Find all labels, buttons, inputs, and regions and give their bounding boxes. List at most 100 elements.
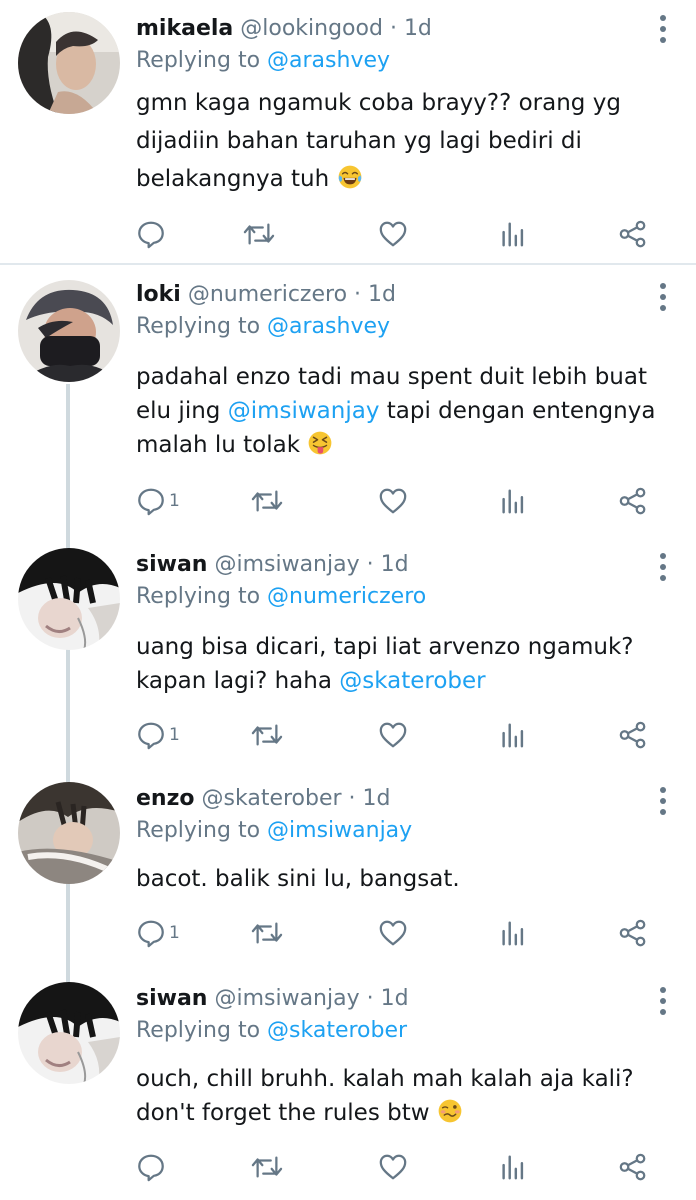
reply-count: 1 [169, 491, 180, 511]
retweet-icon [250, 486, 284, 516]
heart-icon [378, 219, 408, 249]
timestamp[interactable]: 1d [363, 786, 391, 811]
like-button[interactable] [378, 916, 408, 950]
share-button[interactable] [618, 916, 648, 950]
text-mention[interactable]: @imsiwanjay [228, 398, 380, 424]
replying-to-mention[interactable]: @arashvey [267, 314, 390, 339]
reply-icon [136, 720, 166, 750]
like-button[interactable] [378, 1150, 408, 1184]
display-name[interactable]: loki [136, 282, 181, 307]
display-name[interactable]: enzo [136, 786, 195, 811]
user-handle[interactable]: @numericzero [188, 282, 347, 307]
share-button[interactable] [618, 718, 648, 752]
more-vertical-icon[interactable] [658, 552, 668, 582]
like-button[interactable] [378, 484, 408, 518]
retweet-button[interactable] [250, 1150, 284, 1184]
heart-icon [378, 918, 408, 948]
more-vertical-icon[interactable] [658, 282, 668, 312]
display-name[interactable]: siwan [136, 986, 207, 1011]
share-icon [618, 1152, 648, 1182]
reply-button[interactable]: 1 [136, 484, 180, 518]
display-name[interactable]: mikaela [136, 16, 233, 41]
separator: · [354, 282, 362, 307]
tweet-text-content: gmn kaga ngamuk coba brayy?? orang yg di… [136, 90, 621, 192]
tweet[interactable]: mikaela @lookingood · 1d Replying to @ar… [0, 0, 696, 262]
reply-button[interactable] [136, 217, 169, 251]
share-button[interactable] [618, 217, 648, 251]
tweet-text-content: ouch, chill bruhh. kalah mah kalah aja k… [136, 1066, 634, 1126]
tongue-emoji-icon [307, 430, 333, 456]
analytics-icon [498, 918, 528, 948]
tweet[interactable]: enzo @skaterober · 1d Replying to @imsiw… [0, 770, 696, 970]
timestamp[interactable]: 1d [381, 986, 409, 1011]
share-icon [618, 219, 648, 249]
timestamp[interactable]: 1d [381, 552, 409, 577]
retweet-button[interactable] [250, 718, 284, 752]
tweet-actions: 1 [136, 484, 666, 518]
reply-count: 1 [169, 725, 180, 745]
avatar[interactable] [18, 548, 120, 650]
user-handle[interactable]: @skaterober [202, 786, 342, 811]
user-handle[interactable]: @lookingood [240, 16, 383, 41]
retweet-icon [250, 1152, 284, 1182]
tweet-header: siwan @imsiwanjay · 1d [136, 984, 409, 1014]
analytics-button[interactable] [498, 484, 528, 518]
avatar[interactable] [18, 982, 120, 1084]
analytics-button[interactable] [498, 217, 528, 251]
analytics-icon [498, 720, 528, 750]
tweet-header: enzo @skaterober · 1d [136, 784, 391, 814]
replying-to-label: Replying to [136, 314, 268, 339]
more-vertical-icon[interactable] [658, 14, 668, 44]
analytics-button[interactable] [498, 1150, 528, 1184]
separator: · [348, 786, 356, 811]
separator: · [389, 16, 397, 41]
share-button[interactable] [618, 484, 648, 518]
tweet-actions [136, 1150, 666, 1184]
timestamp[interactable]: 1d [404, 16, 432, 41]
heart-icon [378, 486, 408, 516]
replying-to-mention[interactable]: @numericzero [267, 584, 426, 609]
reply-button[interactable]: 1 [136, 718, 180, 752]
user-handle[interactable]: @imsiwanjay [214, 552, 359, 577]
analytics-button[interactable] [498, 916, 528, 950]
divider [0, 263, 696, 265]
replying-to-mention[interactable]: @skaterober [267, 1018, 407, 1043]
replying-to-label: Replying to [136, 584, 268, 609]
tweet[interactable]: siwan @imsiwanjay · 1d Replying to @skat… [0, 970, 696, 1200]
text-mention[interactable]: @skaterober [339, 668, 485, 694]
tweet[interactable]: siwan @imsiwanjay · 1d Replying to @nume… [0, 536, 696, 776]
avatar[interactable] [18, 12, 120, 114]
replying-to: Replying to @arashvey [136, 312, 390, 342]
reply-icon [136, 219, 166, 249]
user-handle[interactable]: @imsiwanjay [214, 986, 359, 1011]
replying-to-label: Replying to [136, 818, 268, 843]
display-name[interactable]: siwan [136, 552, 207, 577]
like-button[interactable] [378, 217, 408, 251]
retweet-button[interactable] [242, 217, 276, 251]
replying-to-label: Replying to [136, 48, 268, 73]
avatar[interactable] [18, 782, 120, 884]
more-vertical-icon[interactable] [658, 786, 668, 816]
share-icon [618, 720, 648, 750]
retweet-icon [250, 918, 284, 948]
avatar[interactable] [18, 280, 120, 382]
reply-icon [136, 1152, 166, 1182]
retweet-button[interactable] [250, 916, 284, 950]
more-vertical-icon[interactable] [658, 986, 668, 1016]
retweet-icon [242, 219, 276, 249]
retweet-button[interactable] [250, 484, 284, 518]
share-button[interactable] [618, 1150, 648, 1184]
tweet-text: uang bisa dicari, tapi liat arvenzo ngam… [136, 630, 666, 698]
replying-to-mention[interactable]: @imsiwanjay [267, 818, 412, 843]
reply-button[interactable]: 1 [136, 916, 180, 950]
replying-to: Replying to @numericzero [136, 582, 426, 612]
replying-to-mention[interactable]: @arashvey [267, 48, 390, 73]
like-button[interactable] [378, 718, 408, 752]
tweet-actions: 1 [136, 916, 666, 950]
tweet[interactable]: loki @numericzero · 1d Replying to @aras… [0, 266, 696, 531]
separator: · [366, 986, 374, 1011]
reply-button[interactable] [136, 1150, 169, 1184]
timestamp[interactable]: 1d [368, 282, 396, 307]
analytics-button[interactable] [498, 718, 528, 752]
replying-to: Replying to @skaterober [136, 1016, 407, 1046]
